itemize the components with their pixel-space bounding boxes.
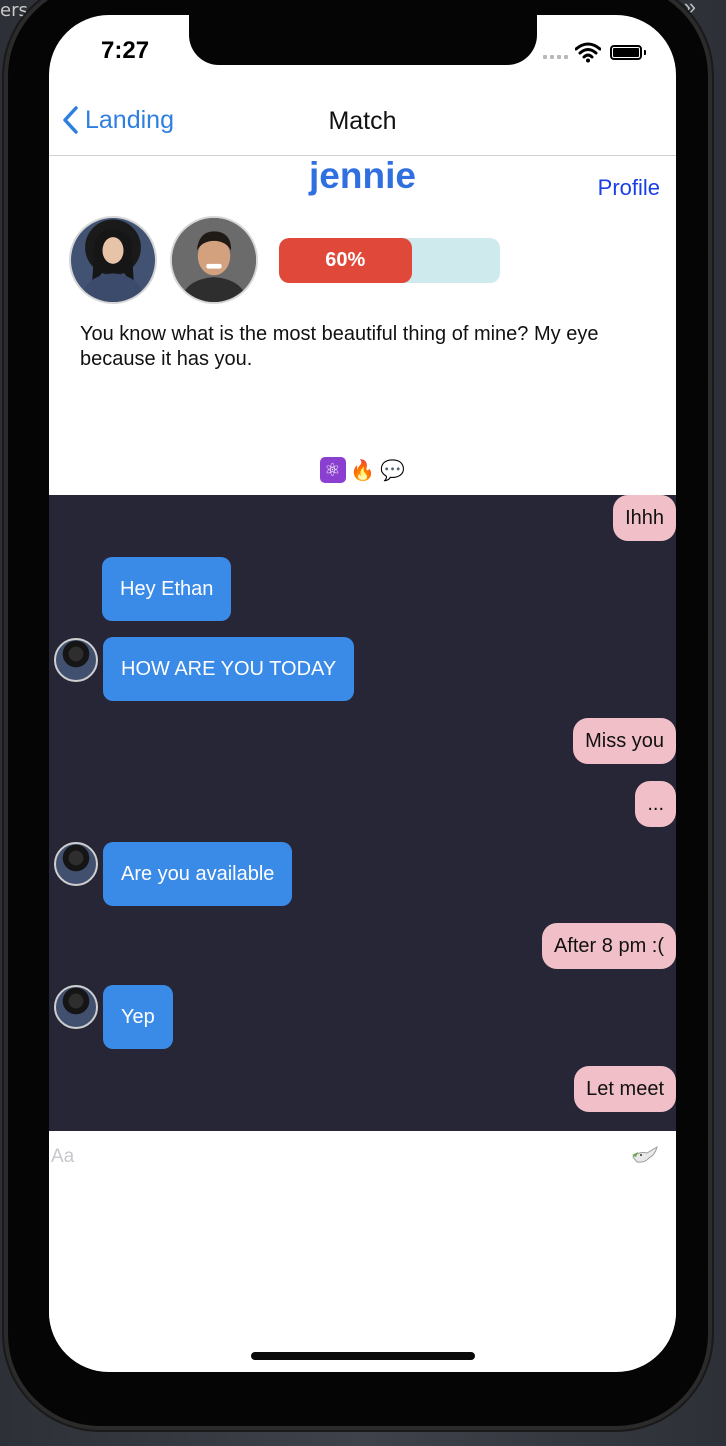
cellular-signal-icon: [543, 55, 568, 59]
message-bubble-sent: Miss you: [573, 718, 676, 764]
sender-avatar[interactable]: [54, 638, 98, 682]
match-name: jennie: [309, 155, 416, 196]
app-screen: 7:27 Landing Match jennie Profile 60% Yo…: [49, 15, 676, 1372]
profile-link[interactable]: Profile: [598, 175, 660, 201]
message-bubble-received: Yep: [103, 985, 173, 1049]
message-bubble-sent: ...: [635, 781, 676, 827]
message-bubble-sent: Ihhh: [613, 495, 676, 541]
user-avatar[interactable]: [170, 216, 258, 304]
compatibility-progress-bar: 60%: [279, 238, 500, 283]
message-bubble-sent: After 8 pm :(: [541, 923, 676, 969]
message-input[interactable]: [49, 1141, 613, 1173]
message-bubble-received: Are you available: [103, 842, 293, 906]
page-title: Match: [328, 107, 397, 135]
message-bubble-received: HOW ARE YOU TODAY: [103, 637, 355, 701]
status-time: 7:27: [101, 37, 150, 64]
message-bubble-sent: Let meet: [574, 1066, 676, 1112]
navigation-bar: Landing Match: [49, 87, 676, 156]
user-photo-icon: [172, 218, 256, 302]
message-bubble-received: Hey Ethan: [102, 557, 232, 621]
battery-icon: [610, 45, 642, 60]
device-notch: [189, 15, 537, 65]
match-bio: You know what is the most beautiful thin…: [80, 323, 599, 370]
message-composer: [49, 1131, 676, 1371]
phone-frame: 7:27 Landing Match jennie Profile 60% Yo…: [4, 0, 712, 1430]
match-avatar[interactable]: [69, 216, 157, 304]
dove-icon[interactable]: [629, 1143, 661, 1167]
compatibility-label: 60%: [325, 249, 366, 271]
compatibility-progress-fill: 60%: [279, 238, 412, 283]
home-indicator[interactable]: [251, 1352, 475, 1360]
atom-icon[interactable]: ⚛: [319, 457, 346, 483]
battery-tip: [644, 50, 646, 55]
speech-bubble-icon[interactable]: 💬: [380, 457, 406, 483]
match-photo-icon: [80, 229, 146, 302]
sender-avatar[interactable]: [54, 985, 98, 1029]
sender-avatar[interactable]: [54, 842, 98, 886]
reaction-row: ⚛ 🔥 💬: [49, 457, 676, 483]
wifi-icon: [575, 42, 601, 63]
chat-thread[interactable]: Ihhh Hey Ethan HOW ARE YOU TODAY Miss yo…: [49, 495, 676, 1131]
fire-icon[interactable]: 🔥: [350, 457, 376, 483]
